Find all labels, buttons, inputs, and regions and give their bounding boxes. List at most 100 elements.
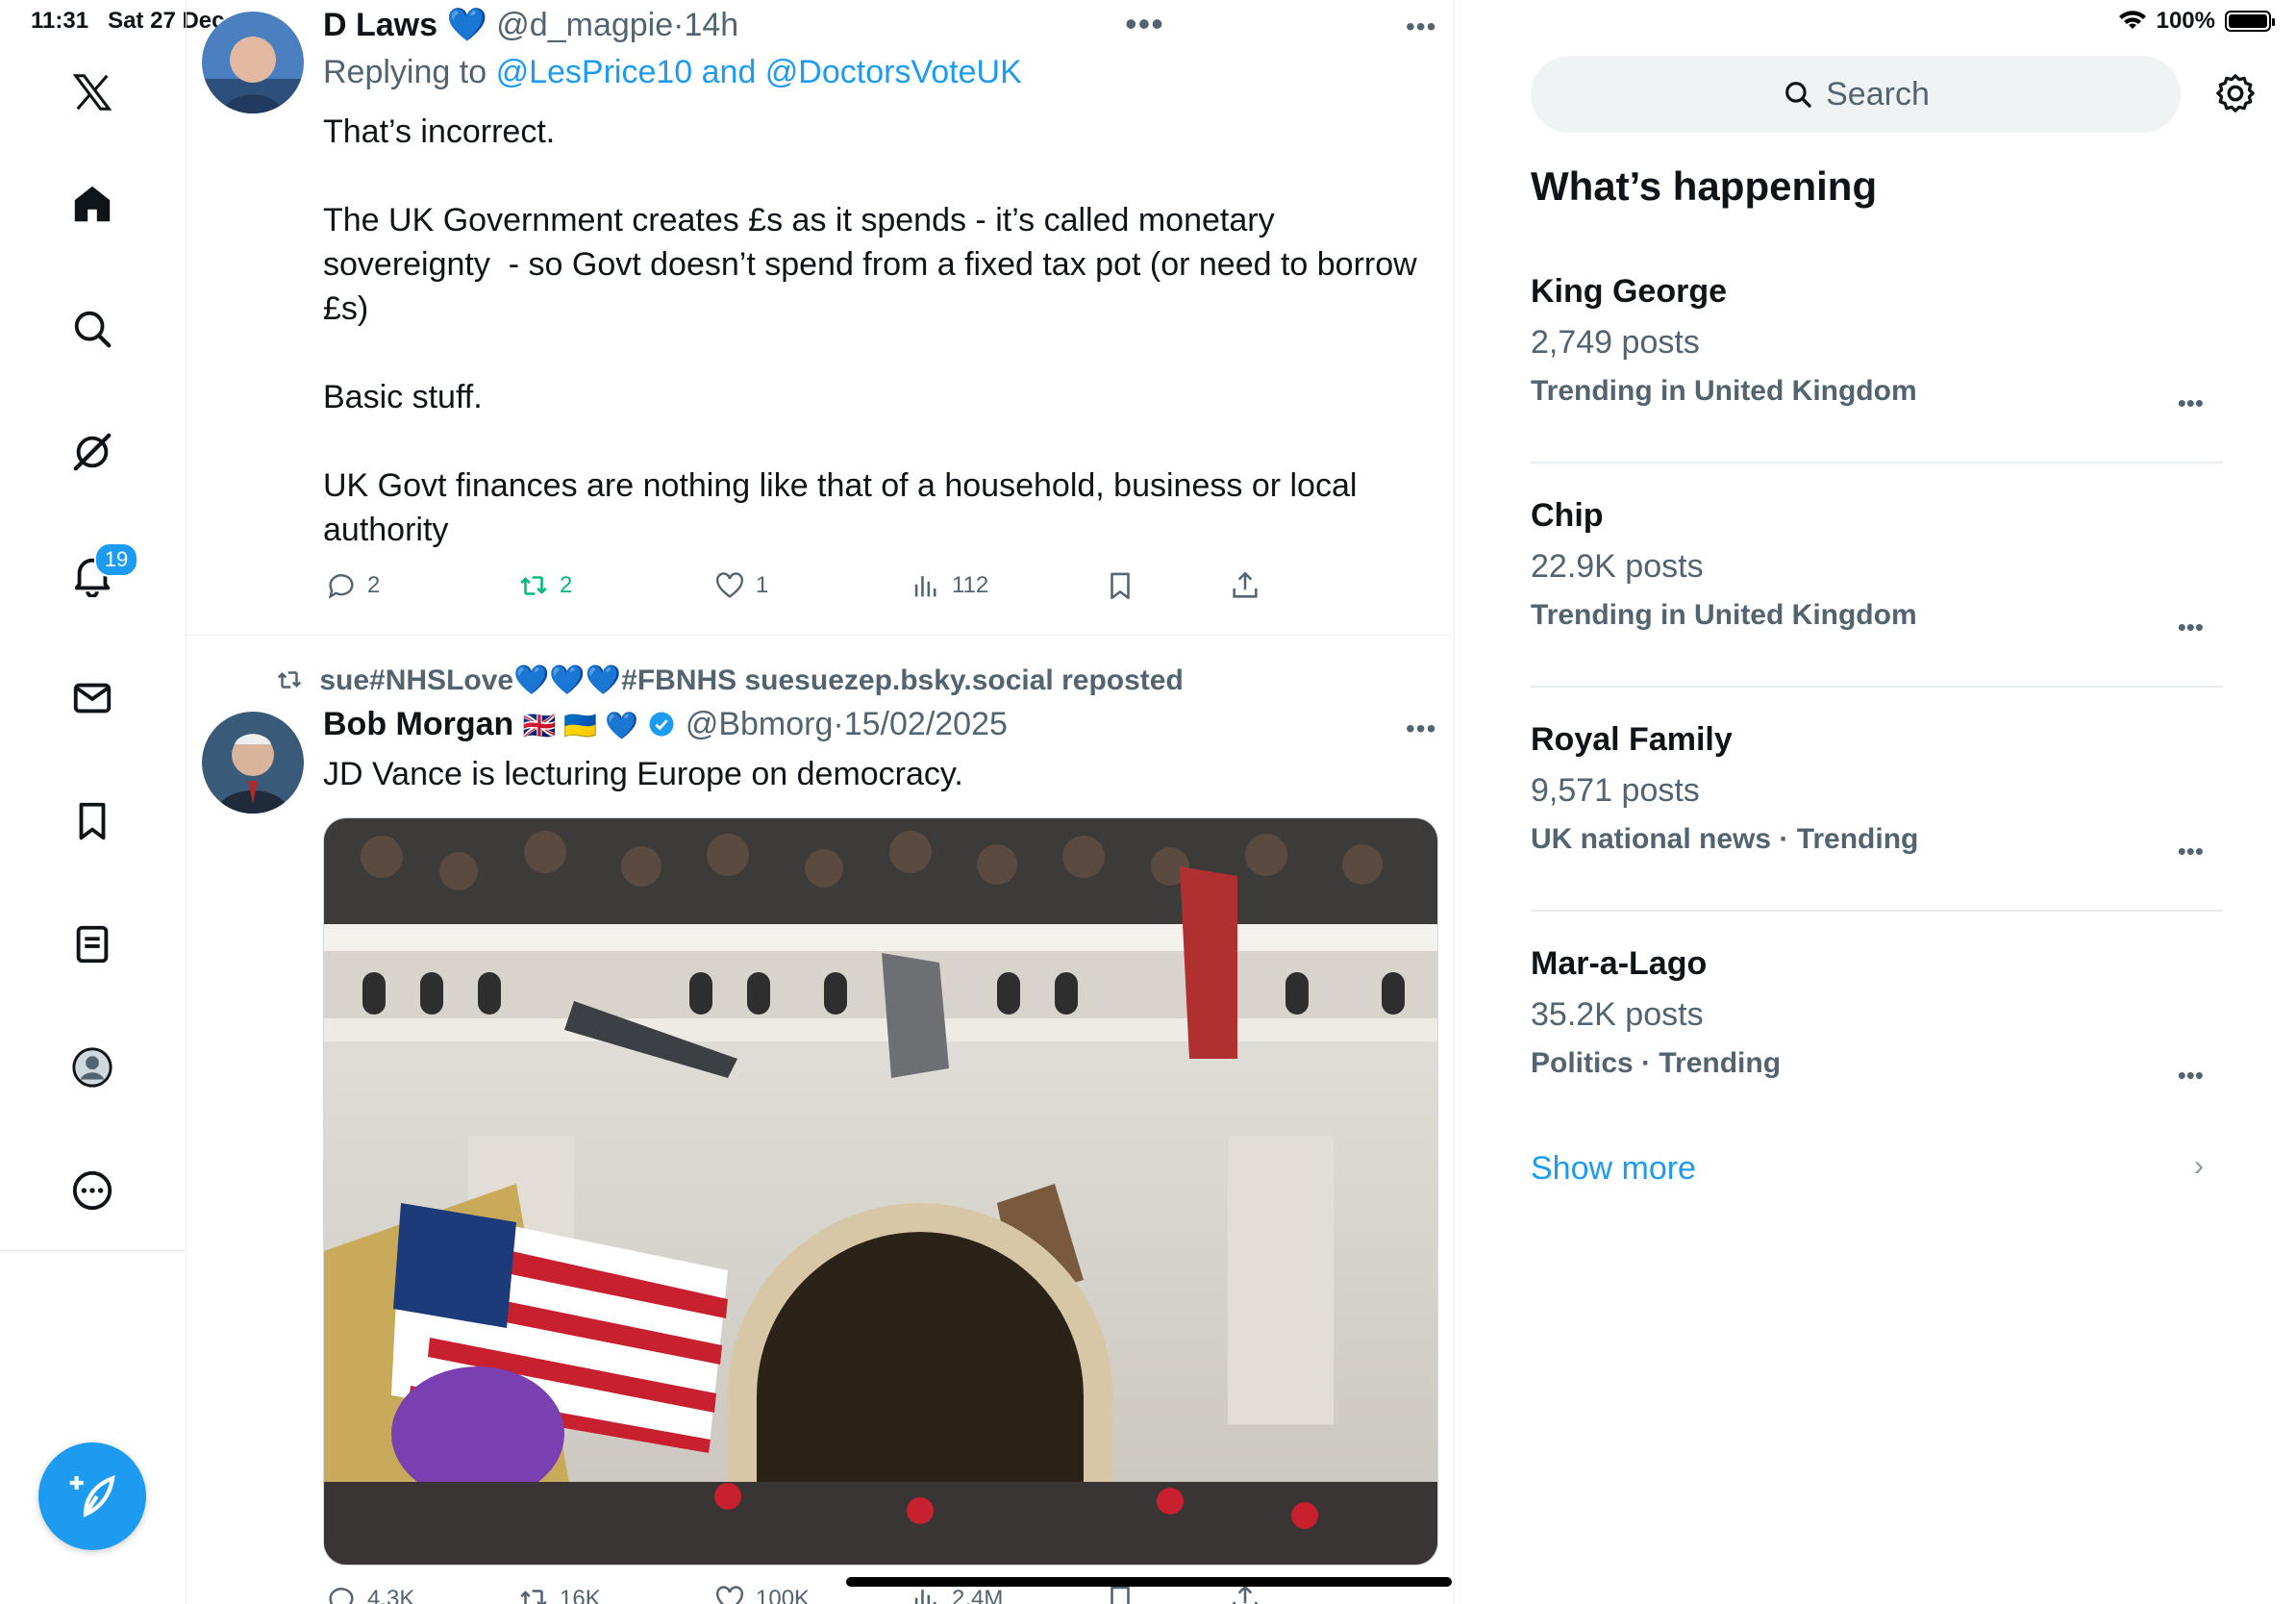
trend-context: UK national news · Trending [1531, 823, 1919, 855]
messages-icon[interactable] [67, 673, 117, 723]
reply-button[interactable]: 4.3K [325, 1583, 414, 1604]
more-icon[interactable] [67, 1165, 117, 1216]
search-icon[interactable] [67, 304, 117, 354]
like-icon [716, 1586, 743, 1604]
reposted-by[interactable]: sue#NHSLove💙💙💙#FBNHS suesuezep.bsky.soci… [319, 664, 1183, 696]
like-count: 100K [756, 1586, 811, 1604]
reply-count: 4.3K [367, 1586, 415, 1604]
home-indicator[interactable] [846, 1577, 1452, 1587]
trend-name: King George [1531, 273, 1728, 310]
repost-icon [520, 1590, 547, 1604]
trend-divider [1531, 686, 2223, 688]
tweet-divider [187, 635, 1454, 636]
status-indicators: 100% [2118, 8, 2275, 35]
compose-button[interactable] [38, 1442, 146, 1550]
reply-icon [328, 574, 354, 599]
trend-divider [1531, 462, 2223, 464]
trend-name: Mar-a-Lago [1531, 945, 1708, 982]
tweet-more-icon[interactable]: ••• [1406, 12, 1436, 42]
search-icon [1785, 82, 1811, 108]
tweet-header: Bob Morgan 🇬🇧 🇺🇦 💙 @Bbmorg·15/02/2025 [323, 706, 1008, 742]
tweet-more-icon[interactable]: ••• [1406, 714, 1436, 744]
like-count: 1 [756, 572, 769, 598]
share-icon [1233, 571, 1258, 598]
reply-count: 2 [367, 572, 381, 598]
show-more-link[interactable]: Show more [1531, 1150, 1696, 1188]
battery-percent: 100% [2156, 8, 2215, 34]
section-title: What’s happening [1531, 163, 1878, 209]
battery-icon [2225, 11, 2275, 32]
views-icon [914, 576, 936, 597]
trend-item[interactable]: Royal Family 9,571 posts UK national new… [1531, 721, 2223, 865]
tweet-text: JD Vance is lecturing Europe on democrac… [323, 756, 963, 792]
tweet-text: That’s incorrect. The UK Government crea… [323, 113, 1417, 548]
search-placeholder: Search [1826, 75, 1930, 113]
verified-icon [649, 712, 674, 737]
replying-to-handles[interactable]: @LesPrice10 and @DoctorsVoteUK [496, 54, 1022, 90]
trend-context: Trending in United Kingdom [1531, 375, 1917, 407]
notification-count-badge: 19 [94, 542, 138, 577]
repost-context: sue#NHSLove💙💙💙#FBNHS suesuezep.bsky.soci… [275, 664, 1184, 697]
bookmark-icon [1111, 572, 1130, 600]
trend-item[interactable]: Mar-a-Lago 35.2K posts Politics · Trendi… [1531, 945, 2223, 1090]
like-button[interactable]: 100K [713, 1583, 810, 1604]
trend-more-icon[interactable]: ••• [2178, 388, 2204, 418]
repost-context-icon [277, 671, 302, 689]
trend-more-icon[interactable]: ••• [2178, 1061, 2204, 1090]
bookmark-button[interactable] [1104, 569, 1136, 602]
home-icon[interactable] [67, 179, 117, 229]
repost-button[interactable]: 2 [517, 569, 572, 602]
tweet-time[interactable]: 14h [684, 7, 738, 43]
trend-divider [1531, 910, 2223, 912]
reply-button[interactable]: 2 [325, 569, 380, 602]
author-name[interactable]: D Laws [323, 7, 437, 43]
like-icon [716, 572, 743, 598]
replying-prefix: Replying to [323, 54, 487, 90]
author-badge: 💙 [446, 7, 487, 43]
tweet-media-image[interactable] [323, 817, 1438, 1566]
avatar[interactable] [202, 12, 304, 113]
repost-count: 16K [560, 1586, 601, 1604]
repost-icon [520, 576, 547, 595]
trend-count: 35.2K posts [1531, 996, 1704, 1033]
like-button[interactable]: 1 [713, 569, 768, 602]
trend-count: 22.9K posts [1531, 548, 1704, 585]
grok-icon[interactable] [67, 427, 117, 477]
compose-icon [69, 1475, 115, 1517]
tweet-time[interactable]: 15/02/2025 [844, 706, 1008, 742]
x-logo-icon[interactable] [67, 67, 117, 117]
wifi-icon [2118, 11, 2146, 29]
trend-name: Chip [1531, 497, 1604, 534]
tweet-header: D Laws 💙 @d_magpie·14h [323, 7, 739, 43]
avatar[interactable] [202, 712, 304, 814]
lists-icon[interactable] [67, 919, 117, 969]
bookmarks-icon[interactable] [67, 796, 117, 846]
author-handle[interactable]: @Bbmorg [686, 706, 834, 742]
trend-context: Trending in United Kingdom [1531, 599, 1917, 631]
author-handle[interactable]: @d_magpie [496, 7, 673, 43]
search-input[interactable]: Search [1531, 56, 2181, 133]
trend-count: 2,749 posts [1531, 324, 1700, 361]
reply-icon [329, 1588, 354, 1604]
author-name[interactable]: Bob Morgan [323, 706, 513, 742]
repost-count: 2 [560, 572, 573, 598]
view-count: 112 [952, 572, 989, 598]
sidebar-divider [0, 1250, 186, 1251]
trend-item[interactable]: Chip 22.9K posts Trending in United King… [1531, 497, 2223, 641]
overflow-handle[interactable]: ••• [1125, 4, 1164, 44]
trend-more-icon[interactable]: ••• [2178, 837, 2204, 866]
author-badge: 🇬🇧 🇺🇦 💙 [522, 711, 638, 740]
views-button[interactable]: 112 [910, 569, 988, 602]
settings-gear-icon[interactable] [2213, 71, 2258, 115]
profile-icon[interactable] [67, 1042, 117, 1092]
trend-item[interactable]: King George 2,749 posts Trending in Unit… [1531, 273, 2223, 417]
sidebar: 19 [0, 0, 187, 1604]
share-button[interactable] [1229, 569, 1261, 602]
trend-count: 9,571 posts [1531, 772, 1700, 809]
view-count: 2.4M [952, 1586, 1004, 1604]
chevron-right-icon: › [2194, 1150, 2204, 1182]
trend-context: Politics · Trending [1531, 1047, 1782, 1079]
trend-more-icon[interactable]: ••• [2178, 613, 2204, 642]
timeline: ••• D Laws 💙 @d_magpie·14h ••• Replying … [187, 0, 1455, 1604]
repost-button[interactable]: 16K [517, 1583, 601, 1604]
